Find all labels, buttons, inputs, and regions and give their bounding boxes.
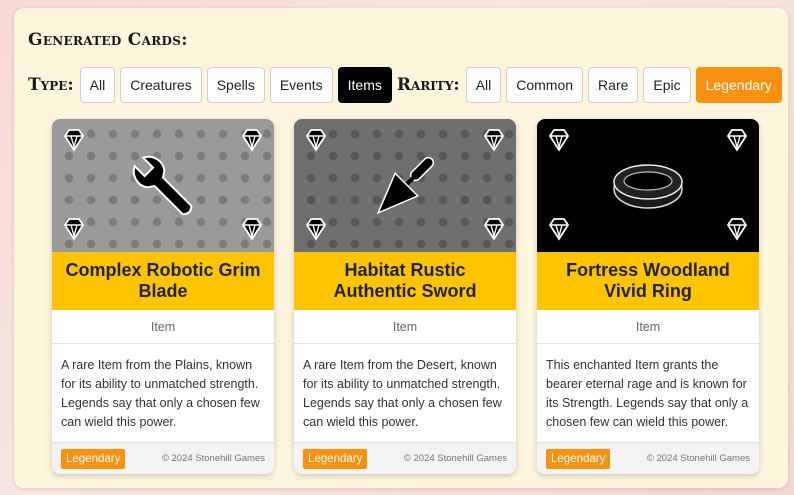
type-filter-creatures[interactable]: Creatures	[120, 67, 202, 103]
copyright-text: © 2024 Stonehill Games	[161, 453, 265, 464]
gem-icon	[483, 129, 505, 152]
type-filter-label: Type:	[28, 75, 74, 95]
gem-icon	[726, 129, 748, 152]
rarity-filter-label: Rarity:	[396, 75, 460, 95]
card-art	[52, 119, 274, 252]
wrench-icon	[132, 155, 193, 215]
card-art	[294, 119, 516, 252]
card-title: Complex Robotic Grim Blade	[52, 252, 274, 310]
rarity-badge: Legendary	[61, 448, 126, 469]
card-habitat-rustic-authentic-sword[interactable]: Habitat Rustic Authentic Sword Item A ra…	[294, 119, 516, 474]
rarity-filter-epic[interactable]: Epic	[643, 67, 691, 103]
card-type: Item	[294, 320, 516, 344]
card-art	[537, 119, 759, 252]
gem-icon	[305, 218, 327, 241]
filter-bar: Type: All Creatures Spells Events Items …	[28, 67, 787, 103]
gem-icon	[63, 129, 85, 152]
card-fortress-woodland-vivid-ring[interactable]: Fortress Woodland Vivid Ring Item This e…	[537, 119, 759, 474]
card-title: Fortress Woodland Vivid Ring	[537, 252, 759, 310]
rarity-filter-common[interactable]: Common	[506, 67, 584, 103]
gem-icon	[548, 218, 570, 241]
gem-icon	[305, 129, 327, 152]
card-footer: Legendary © 2024 Stonehill Games	[294, 442, 516, 474]
gem-icon	[483, 218, 505, 241]
card-description: A rare Item from the Desert, known for i…	[303, 358, 502, 429]
gem-icon	[726, 218, 748, 241]
copyright-text: © 2024 Stonehill Games	[646, 453, 750, 464]
card-description: A rare Item from the Plains, known for i…	[61, 358, 260, 429]
copyright-text: © 2024 Stonehill Games	[403, 453, 507, 464]
ring-icon	[613, 163, 683, 209]
rarity-filter-all[interactable]: All	[465, 67, 502, 103]
card-type: Item	[537, 320, 759, 344]
section-heading: Generated Cards:	[28, 30, 188, 50]
type-filter-spells[interactable]: Spells	[206, 67, 265, 103]
rarity-filter-legendary[interactable]: Legendary	[695, 67, 782, 103]
rarity-badge: Legendary	[546, 448, 611, 469]
rarity-badge: Legendary	[303, 448, 368, 469]
type-filter-all[interactable]: All	[79, 67, 116, 103]
card-description: This enchanted Item grants the bearer et…	[546, 358, 749, 429]
gem-icon	[241, 218, 263, 241]
card-complex-robotic-grim-blade[interactable]: Complex Robotic Grim Blade Item A rare I…	[52, 119, 274, 474]
card-footer: Legendary © 2024 Stonehill Games	[537, 442, 759, 474]
card-title: Habitat Rustic Authentic Sword	[294, 252, 516, 310]
rarity-filter-rare[interactable]: Rare	[588, 67, 639, 103]
gem-icon	[63, 218, 85, 241]
gem-icon	[241, 129, 263, 152]
card-footer: Legendary © 2024 Stonehill Games	[52, 442, 274, 474]
gem-icon	[548, 129, 570, 152]
card-type: Item	[52, 320, 274, 344]
trowel-icon	[376, 156, 435, 214]
type-filter-events[interactable]: Events	[269, 67, 333, 103]
type-filter-items[interactable]: Items	[337, 67, 392, 103]
